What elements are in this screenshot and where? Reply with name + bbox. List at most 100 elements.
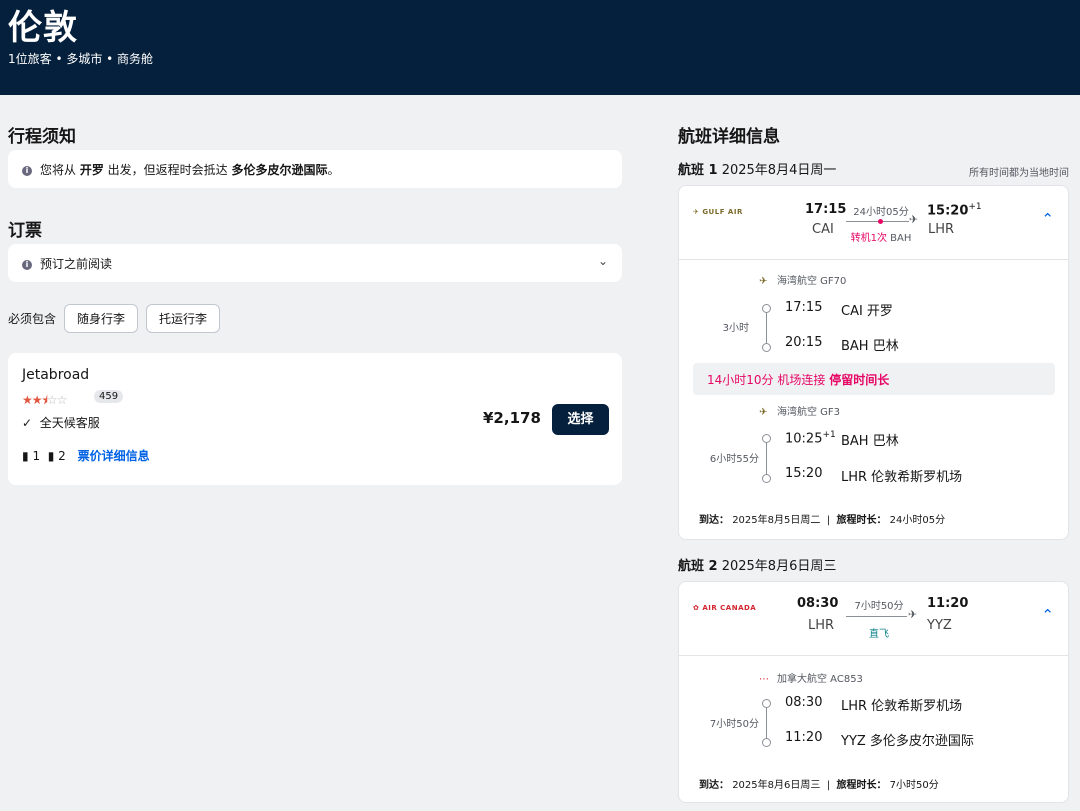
flight-details-title: 航班详细信息 <box>678 127 780 147</box>
leg-card: ✿ AIR CANADA 08:30 LHR 7小时50分 ✈ 直飞 11:20… <box>678 581 1069 803</box>
layover-type: 机场连接 <box>777 373 826 387</box>
leg-label: 航班 2 <box>678 559 718 574</box>
destination-code: YYZ <box>927 618 952 633</box>
read-before-booking[interactable]: i 预订之前阅读 ⌄ <box>8 244 622 282</box>
trip-duration: 7小时50分 <box>889 780 939 791</box>
carry-on-count: 1 <box>32 449 41 463</box>
stops: 转机1次 BAH <box>841 229 921 244</box>
arrival-marker <box>762 738 771 747</box>
segment-arrival-airport: BAH 巴林 <box>841 339 899 354</box>
fare-details-link[interactable]: 票价详细信息 <box>78 449 150 463</box>
trip-notice: i 您将从 开罗 出发，但返程时会抵达 多伦多皮尔逊国际。 <box>8 150 622 188</box>
segment-departure-airport: BAH 巴林 <box>841 434 899 449</box>
layover-banner: 14小时10分 机场连接 停留时间长 <box>693 363 1055 395</box>
leg-header: 航班 1 2025年8月4日周一 <box>678 159 836 178</box>
segment-line <box>766 705 767 741</box>
segment-line <box>766 310 767 346</box>
day-offset: +1 <box>968 202 982 212</box>
stop-count: 转机1次 <box>850 233 887 244</box>
star-rating: ★★⯨☆☆ <box>22 393 67 407</box>
segment-arrival-airport: YYZ 多伦多皮尔逊国际 <box>841 734 974 749</box>
carry-on-bag-icon: ▮ <box>22 449 29 463</box>
arrival-date: 2025年8月6日周三 <box>732 780 821 791</box>
stop-dot <box>878 219 883 224</box>
leg-footer: 到达： 2025年8月5日周二 | 旅程时长： 24小时05分 <box>699 515 946 526</box>
chevron-down-icon: ⌄ <box>597 254 608 268</box>
booking-title: 订票 <box>8 221 42 241</box>
segment-departure-time: 10:25+1 <box>785 430 836 446</box>
leg-card: ✈ GULF AIR 17:15 CAI 24小时05分 ✈ 转机1次 BAH … <box>678 185 1069 540</box>
trip-duration: 24小时05分 <box>889 515 946 526</box>
airline-flight: 海湾航空 GF3 <box>777 407 841 418</box>
baggage-info: ▮ 1 ▮ 2 票价详细信息 <box>22 447 150 464</box>
leg-date: 2025年8月4日周一 <box>721 163 837 178</box>
segment-arrival-time: 20:15 <box>785 335 823 350</box>
segment-line <box>766 440 767 476</box>
leg-header: 航班 2 2025年8月6日周三 <box>678 555 836 574</box>
arrival-date: 2025年8月5日周二 <box>732 515 821 526</box>
info-icon: i <box>22 166 32 176</box>
segment-airline: ✈ 海湾航空 GF3 <box>759 403 840 418</box>
segment-departure-time: 17:15 <box>785 300 823 315</box>
gulf-air-icon: ✈ <box>759 407 768 418</box>
trip-label: 旅程时长： <box>836 780 887 791</box>
select-button[interactable]: 选择 <box>552 404 609 435</box>
departure-marker <box>762 434 771 443</box>
trip-notice-title: 行程须知 <box>8 127 76 147</box>
arrival-label: 到达： <box>699 780 729 791</box>
page-title: 伦敦 <box>8 8 78 48</box>
segment-duration: 3小时 <box>722 323 749 334</box>
day-offset: +1 <box>822 430 836 440</box>
notice-destination: 多伦多皮尔逊国际 <box>231 163 328 177</box>
destination-code: LHR <box>928 222 955 237</box>
leg-date: 2025年8月6日周三 <box>721 559 837 574</box>
arrival-time: 15:20+1 <box>927 202 982 218</box>
segment-airline: ⋯ 加拿大航空 AC853 <box>759 670 863 685</box>
notice-text: 出发，但返程时会抵达 <box>103 163 232 177</box>
arrival-time: 11:20 <box>927 596 969 611</box>
duration: 7小时50分 <box>854 601 904 612</box>
include-filters: 必须包含 随身行李 托运行李 <box>8 304 221 333</box>
chevron-up-icon[interactable]: ⌃ <box>1041 210 1054 228</box>
air-canada-logo: ✿ AIR CANADA <box>693 604 757 612</box>
segment-arrival-airport: LHR 伦敦希斯罗机场 <box>841 470 963 485</box>
read-before-label: 预订之前阅读 <box>40 257 113 271</box>
trip-summary: 1位旅客 • 多城市 • 商务舱 <box>8 52 154 66</box>
provider-card: Jetabroad ★★⯨☆☆ 459 ✓ 全天候客服 ▮ 1 ▮ 2 票价详细… <box>8 353 622 485</box>
carry-on-filter[interactable]: 随身行李 <box>64 304 139 333</box>
air-canada-icon: ⋯ <box>759 674 769 685</box>
layover-duration: 14小时10分 <box>707 373 774 387</box>
segment-departure-airport: CAI 开罗 <box>841 304 893 319</box>
segment-arrival-time: 11:20 <box>785 730 823 745</box>
segment-arrival-time: 15:20 <box>785 466 823 481</box>
plane-icon: ✈ <box>909 213 919 226</box>
checked-bag-filter[interactable]: 托运行李 <box>146 304 221 333</box>
leg-footer: 到达： 2025年8月6日周三 | 旅程时长： 7小时50分 <box>699 780 939 791</box>
include-label: 必须包含 <box>8 312 57 326</box>
arrival-label: 到达： <box>699 515 729 526</box>
segment-departure-airport: LHR 伦敦希斯罗机场 <box>841 699 963 714</box>
departure-marker <box>762 304 771 313</box>
departure-time: 08:30 <box>797 596 839 611</box>
layover-warning: 停留时间长 <box>829 373 890 387</box>
segment-departure-time: 08:30 <box>785 695 823 710</box>
departure-marker <box>762 699 771 708</box>
direct-label: 直飞 <box>869 629 889 640</box>
leg-summary[interactable]: ✿ AIR CANADA 08:30 LHR 7小时50分 ✈ 直飞 11:20… <box>679 582 1068 656</box>
leg-summary[interactable]: ✈ GULF AIR 17:15 CAI 24小时05分 ✈ 转机1次 BAH … <box>679 186 1068 260</box>
checked-bag-count: 2 <box>58 449 66 463</box>
route-line <box>846 616 907 617</box>
trip-label: 旅程时长： <box>836 515 887 526</box>
airline-logo-text: GULF AIR <box>702 208 743 216</box>
notice-origin: 开罗 <box>79 163 104 177</box>
gulf-air-icon: ✈ <box>759 276 768 287</box>
airline-flight: 加拿大航空 AC853 <box>777 674 863 685</box>
price: ¥2,178 <box>483 409 541 427</box>
notice-text: 您将从 <box>40 163 80 177</box>
provider-name: Jetabroad <box>22 367 90 383</box>
service-feature: ✓ 全天候客服 <box>22 414 100 431</box>
origin-code: CAI <box>812 222 834 237</box>
gulf-air-logo: ✈ GULF AIR <box>693 208 743 216</box>
segment-duration: 6小时55分 <box>709 454 759 465</box>
chevron-up-icon[interactable]: ⌃ <box>1041 606 1054 624</box>
